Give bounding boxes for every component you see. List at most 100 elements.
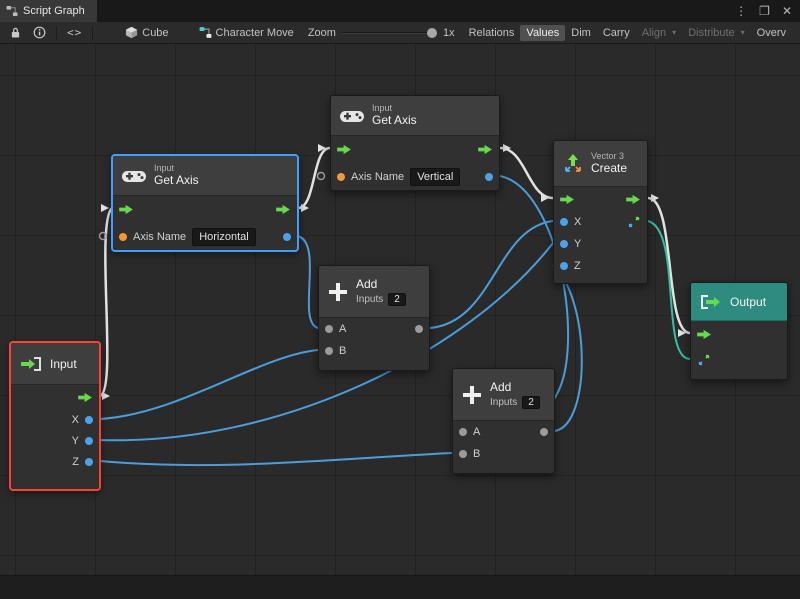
cube-breadcrumb[interactable]: Cube [119,24,174,41]
cube-label: Cube [142,27,168,39]
vector-port-row [691,347,787,373]
close-icon[interactable]: ✕ [782,4,792,18]
inputs-label: Inputs [356,294,383,305]
relations-button[interactable]: Relations [463,25,521,41]
node-header: Vector 3 Create [554,141,647,187]
y-port[interactable] [85,437,93,445]
toolbar-separator [56,26,57,40]
overview-button[interactable]: Overv [751,25,792,41]
input-b-port[interactable] [325,347,333,355]
zoom-slider[interactable] [342,32,437,34]
graph-input-icon [19,356,43,372]
distribute-dropdown[interactable]: Distribute ▾ [682,25,750,41]
y-label: Y [574,238,581,250]
flow-in-arrow-icon[interactable] [560,194,575,205]
axis-name-field[interactable]: Horizontal [192,228,256,246]
cube-icon [125,26,138,39]
wire-vector3-to-output-value [648,221,690,359]
flow-port-row [691,321,787,347]
carry-button[interactable]: Carry [597,25,636,41]
input-a-port[interactable] [325,325,333,333]
inputs-count-field[interactable]: 2 [388,293,406,306]
z-port[interactable] [560,262,568,270]
flow-port-row [331,136,499,162]
node-header: Output [691,283,787,321]
sum-output-port[interactable] [540,428,548,436]
maximize-icon[interactable]: ❐ [759,4,770,18]
node-header: Add Inputs 2 [319,266,429,318]
result-port[interactable] [485,173,493,181]
node-header: Input Get Axis [113,156,297,196]
flow-in-arrow-icon[interactable] [337,144,352,155]
edit-code-button[interactable]: <> [61,24,88,41]
input-a-port[interactable] [459,428,467,436]
z-port[interactable] [85,458,93,466]
input-b-port[interactable] [459,450,467,458]
port-row-x: X [11,409,99,430]
axis-name-field[interactable]: Vertical [410,168,460,186]
menu-icon[interactable]: ⋮ [735,4,747,18]
y-port[interactable] [560,240,568,248]
node-add-bottom[interactable]: Add Inputs 2 A B [452,368,555,474]
vector-output-port-icon[interactable] [627,215,641,229]
flow-out-arrow-icon[interactable] [78,392,93,403]
port-row-y: Y [554,233,647,255]
inputs-count-field[interactable]: 2 [522,396,540,409]
x-port[interactable] [85,416,93,424]
flow-port-row [113,196,297,222]
port-row-y: Y [11,430,99,451]
align-dropdown[interactable]: Align ▾ [636,25,682,41]
vector-input-port-icon[interactable] [697,353,711,367]
port-row-a: A [319,318,429,340]
axis-name-port[interactable] [119,233,127,241]
port-row-z: Z [11,451,99,472]
flow-port-row [554,187,647,211]
sum-output-port[interactable] [415,325,423,333]
zoom-slider-knob[interactable] [427,28,437,38]
tab-script-graph[interactable]: Script Graph [0,0,97,22]
x-port[interactable] [560,218,568,226]
input-b-label: B [473,448,480,460]
graph-canvas[interactable]: Input Get Axis Axis Name Vertical [0,44,800,599]
flow-out-arrow-icon[interactable] [276,204,291,215]
x-label: X [72,414,79,426]
input-a-label: A [473,426,480,438]
node-vector3-create[interactable]: Vector 3 Create X Y [553,140,648,284]
flow-arrowhead [102,392,110,400]
node-add-top[interactable]: Add Inputs 2 A B [318,265,430,371]
zoom-value: 1x [443,27,455,39]
node-graph-output[interactable]: Output [690,282,788,380]
y-label: Y [72,435,79,447]
node-title: Add [356,277,406,291]
x-label: X [574,216,581,228]
flow-in-arrow-icon[interactable] [119,204,134,215]
info-button[interactable] [27,24,52,41]
vector3-icon [562,153,584,175]
wire-flow-vertical-to-vector3 [500,148,553,198]
add-icon [461,384,483,406]
flow-in-arrow-icon[interactable] [697,329,712,340]
node-header: Input Get Axis [331,96,499,136]
flow-out-arrow-icon[interactable] [626,194,641,205]
lock-button[interactable] [4,24,27,41]
node-get-axis-horizontal[interactable]: Input Get Axis Axis Name Horizontal [112,155,298,251]
wire-addtop-to-vector3-x [430,221,553,328]
axis-name-label: Axis Name [351,171,404,183]
node-get-axis-vertical[interactable]: Input Get Axis Axis Name Vertical [330,95,500,191]
node-title: Get Axis [372,114,417,128]
value-port-row: Axis Name Vertical [331,162,499,192]
character-move-breadcrumb[interactable]: Character Move [193,24,300,41]
gamepad-icon [339,108,365,124]
unconnected-port-circle [318,173,325,180]
wire-flow-vector3-to-output [648,198,690,333]
dim-button[interactable]: Dim [565,25,597,41]
axis-name-label: Axis Name [133,231,186,243]
chevron-down-icon: ▾ [672,28,676,37]
chevron-down-icon: ▾ [741,28,745,37]
distribute-label: Distribute [688,27,734,39]
values-button[interactable]: Values [520,25,565,41]
axis-name-port[interactable] [337,173,345,181]
result-port[interactable] [283,233,291,241]
node-graph-input[interactable]: Input X Y Z [10,342,100,490]
flow-out-arrow-icon[interactable] [478,144,493,155]
